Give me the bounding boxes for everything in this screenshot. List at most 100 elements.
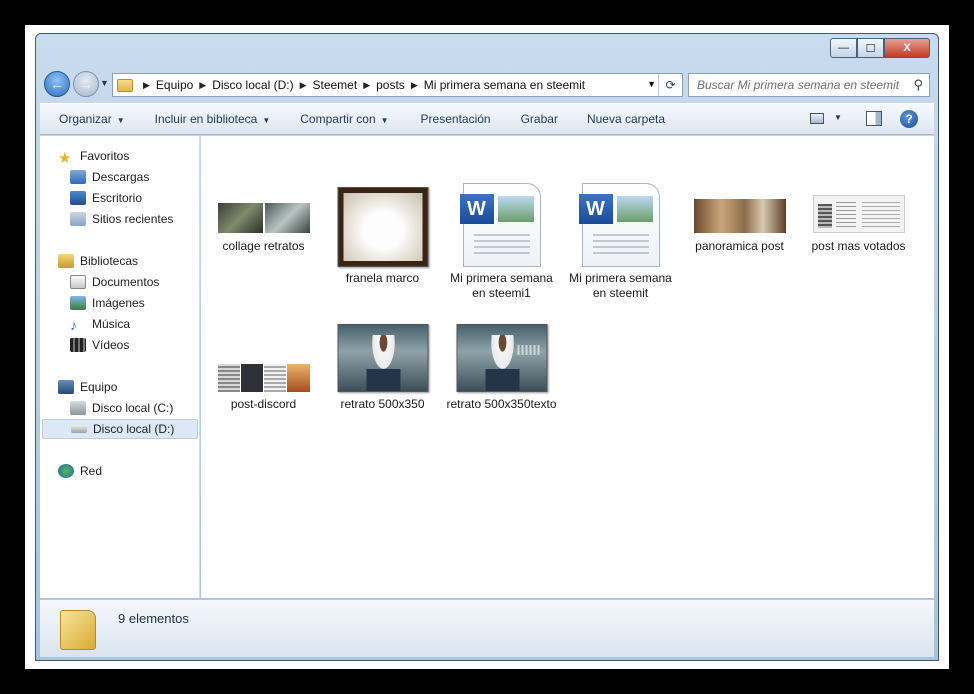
videos-icon bbox=[70, 338, 86, 352]
navigation-pane: ★ Favoritos Descargas Escritorio Sitios r… bbox=[40, 136, 200, 598]
nav-equipo[interactable]: Equipo bbox=[40, 377, 200, 397]
maximize-button[interactable]: ☐ bbox=[857, 38, 884, 58]
breadcrumb-posts[interactable]: posts bbox=[376, 78, 405, 92]
file-list: collage retratos franela marco W Mi prim… bbox=[201, 136, 934, 598]
drive-icon bbox=[71, 425, 87, 433]
chevron-right-icon[interactable]: ▶ bbox=[363, 80, 370, 91]
breadcrumb-steemet[interactable]: Steemet bbox=[313, 78, 358, 92]
file-name: post-discord bbox=[230, 397, 297, 411]
arrow-left-icon: ← bbox=[50, 76, 64, 92]
breadcrumb-equipo[interactable]: Equipo bbox=[156, 78, 193, 92]
nav-label: Disco local (D:) bbox=[93, 422, 175, 436]
address-bar[interactable]: ▶ Equipo ▶ Disco local (D:) ▶ Steemet ▶ … bbox=[112, 73, 683, 97]
view-options-dropdown[interactable]: ▼ bbox=[834, 113, 842, 122]
nav-musica[interactable]: ♪ Música bbox=[40, 314, 200, 334]
file-item[interactable]: collage retratos bbox=[206, 171, 321, 271]
folder-icon bbox=[117, 78, 133, 92]
close-button[interactable]: X bbox=[884, 38, 930, 58]
file-item[interactable]: W Mi primera semana en steemi1 bbox=[444, 171, 559, 311]
address-dropdown-icon[interactable]: ▼ bbox=[647, 79, 656, 89]
share-with-menu[interactable]: Compartir con ▼ bbox=[300, 112, 388, 126]
nav-label: Escritorio bbox=[92, 191, 143, 205]
recent-places-icon bbox=[70, 212, 86, 226]
nav-favoritos[interactable]: ★ Favoritos bbox=[40, 146, 200, 167]
nav-imagenes[interactable]: Imágenes bbox=[40, 293, 200, 313]
image-thumbnail bbox=[337, 324, 428, 392]
file-name: franela marco bbox=[345, 271, 420, 285]
organize-menu[interactable]: Organizar ▼ bbox=[59, 112, 125, 126]
nav-disco-d[interactable]: Disco local (D:) bbox=[42, 419, 198, 439]
image-thumbnail bbox=[217, 364, 310, 392]
nav-descargas[interactable]: Descargas bbox=[40, 167, 200, 187]
nav-label: Disco local (C:) bbox=[92, 401, 174, 415]
preview-pane-icon[interactable] bbox=[866, 111, 882, 126]
image-thumbnail bbox=[217, 203, 310, 233]
documents-icon bbox=[70, 275, 86, 289]
burn-button[interactable]: Grabar bbox=[521, 112, 558, 126]
file-item[interactable]: retrato 500x350texto bbox=[444, 316, 559, 436]
nav-label: Equipo bbox=[80, 380, 118, 394]
network-icon bbox=[58, 464, 74, 478]
file-name: Mi primera semana en steemit bbox=[569, 271, 672, 300]
nav-label: Sitios recientes bbox=[92, 212, 174, 226]
organize-label: Organizar bbox=[59, 112, 112, 126]
nav-label: Documentos bbox=[92, 275, 160, 289]
file-item[interactable]: retrato 500x350 bbox=[325, 316, 440, 436]
explorer-window: — ☐ X ← → ▼ ▶ Equipo ▶ Disco local (D:) … bbox=[35, 33, 939, 661]
new-folder-button[interactable]: Nueva carpeta bbox=[587, 112, 665, 126]
command-bar: Organizar ▼ Incluir en biblioteca ▼ Compar… bbox=[40, 103, 934, 135]
slideshow-button[interactable]: Presentación bbox=[421, 112, 491, 126]
arrow-right-icon: → bbox=[79, 76, 93, 92]
file-name: Mi primera semana en steemi1 bbox=[450, 271, 553, 300]
breadcrumb-disco-d[interactable]: Disco local (D:) bbox=[212, 78, 293, 92]
word-document-icon: W bbox=[578, 183, 660, 267]
file-name: post mas votados bbox=[811, 239, 906, 253]
file-item[interactable]: post-discord bbox=[206, 316, 321, 416]
search-input[interactable]: Buscar Mi primera semana en steemit ⚲ bbox=[688, 73, 930, 97]
file-item[interactable]: franela marco bbox=[325, 171, 440, 285]
refresh-button[interactable]: ⟳ bbox=[658, 74, 682, 96]
folder-icon bbox=[60, 610, 96, 650]
nav-videos[interactable]: Vídeos bbox=[40, 335, 200, 355]
nav-bibliotecas[interactable]: Bibliotecas bbox=[40, 251, 200, 271]
nav-escritorio[interactable]: Escritorio bbox=[40, 188, 200, 208]
image-thumbnail bbox=[456, 324, 547, 392]
file-item[interactable]: panoramica post bbox=[682, 171, 797, 271]
file-name: collage retratos bbox=[222, 239, 305, 253]
nav-label: Descargas bbox=[92, 170, 150, 184]
nav-label: Vídeos bbox=[92, 338, 130, 352]
change-view-icon[interactable] bbox=[810, 113, 824, 124]
share-with-label: Compartir con bbox=[300, 112, 376, 126]
chevron-down-icon: ▼ bbox=[116, 116, 125, 125]
include-library-label: Incluir en biblioteca bbox=[154, 112, 258, 126]
nav-label: Bibliotecas bbox=[80, 254, 139, 268]
breadcrumb-current-folder[interactable]: Mi primera semana en steemit bbox=[424, 78, 585, 92]
nav-documentos[interactable]: Documentos bbox=[40, 272, 200, 292]
include-library-menu[interactable]: Incluir en biblioteca ▼ bbox=[155, 112, 271, 126]
nav-red[interactable]: Red bbox=[40, 461, 200, 481]
image-thumbnail bbox=[693, 199, 786, 233]
forward-button[interactable]: → bbox=[73, 71, 99, 97]
chevron-right-icon[interactable]: ▶ bbox=[300, 80, 307, 91]
nav-sitios-recientes[interactable]: Sitios recientes bbox=[40, 209, 200, 229]
chevron-down-icon: ▼ bbox=[262, 116, 271, 125]
nav-label: Imágenes bbox=[92, 296, 145, 310]
chevron-right-icon[interactable]: ▶ bbox=[143, 80, 150, 91]
music-note-icon: ♪ bbox=[70, 317, 77, 333]
system-drive-icon bbox=[70, 401, 86, 415]
chevron-right-icon[interactable]: ▶ bbox=[411, 80, 418, 91]
recent-pages-dropdown[interactable]: ▼ bbox=[100, 78, 109, 88]
computer-icon bbox=[58, 380, 74, 394]
downloads-icon bbox=[70, 170, 86, 184]
chevron-right-icon[interactable]: ▶ bbox=[199, 80, 206, 91]
star-icon: ★ bbox=[58, 150, 72, 167]
file-item[interactable]: post mas votados bbox=[801, 171, 916, 271]
desktop-icon bbox=[70, 191, 86, 205]
file-item[interactable]: W Mi primera semana en steemit bbox=[563, 171, 678, 311]
back-button[interactable]: ← bbox=[44, 71, 70, 97]
search-icon[interactable]: ⚲ bbox=[913, 77, 923, 93]
help-icon[interactable]: ? bbox=[900, 110, 918, 128]
minimize-button[interactable]: — bbox=[830, 38, 857, 58]
nav-disco-c[interactable]: Disco local (C:) bbox=[40, 398, 200, 418]
image-thumbnail bbox=[812, 195, 905, 233]
